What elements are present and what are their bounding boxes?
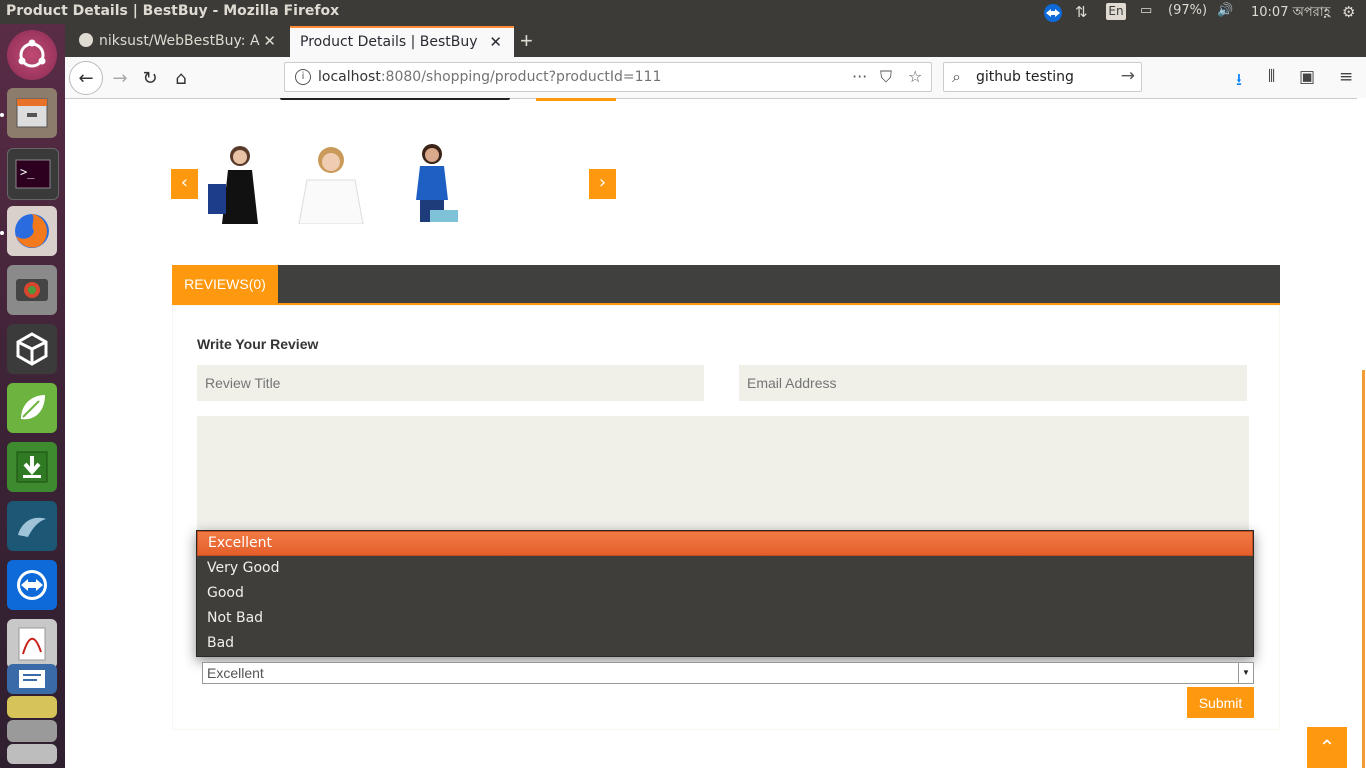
- review-heading: Write Your Review: [197, 336, 319, 352]
- close-tab-icon[interactable]: ✕: [489, 28, 502, 57]
- menu-icon[interactable]: ≡: [1339, 67, 1353, 87]
- forward-button[interactable]: →: [105, 63, 135, 93]
- search-input[interactable]: github testing: [976, 69, 1074, 85]
- new-tab-icon[interactable]: +: [520, 26, 533, 55]
- teamviewer-icon[interactable]: [7, 560, 57, 610]
- system-top-bar: Product Details | BestBuy - Mozilla Fire…: [0, 0, 1366, 24]
- url-host: localhost: [318, 69, 381, 85]
- svg-text:>_: >_: [20, 165, 35, 179]
- site-info-icon[interactable]: i: [295, 69, 311, 85]
- downloads-icon[interactable]: ⭳: [1236, 67, 1242, 96]
- firefox-icon[interactable]: [7, 206, 57, 256]
- browser-tab-bar: niksust/WebBestBuy: A ✕ Product Details …: [65, 24, 1366, 57]
- download-manager-icon[interactable]: [7, 442, 57, 492]
- stacked-app-icon-2[interactable]: [7, 720, 57, 742]
- review-title-input[interactable]: [197, 365, 704, 401]
- partial-button-edge: [536, 98, 616, 101]
- volume-icon[interactable]: 🔊: [1217, 3, 1233, 18]
- product-tabs-bar: REVIEWS(0): [172, 265, 1280, 305]
- carousel-next-button[interactable]: ›: [589, 169, 616, 199]
- tab-github[interactable]: niksust/WebBestBuy: A ✕: [69, 26, 288, 57]
- sidebar-icon[interactable]: ▣: [1299, 67, 1315, 87]
- rating-dropdown-list[interactable]: Excellent Very Good Good Not Bad Bad: [196, 530, 1254, 657]
- navigation-toolbar: ← → ↻ ⌂ i localhost:8080/shopping/produc…: [65, 57, 1366, 99]
- github-icon: [79, 33, 93, 47]
- rating-option[interactable]: Bad: [197, 631, 1253, 656]
- search-go-icon[interactable]: →: [1121, 66, 1135, 86]
- rating-option[interactable]: Very Good: [197, 556, 1253, 581]
- page-actions-icon[interactable]: ···: [852, 67, 867, 86]
- running-indicator: [0, 231, 4, 235]
- tab-reviews[interactable]: REVIEWS(0): [172, 265, 278, 303]
- rating-select[interactable]: Excellent ▼: [202, 662, 1254, 684]
- tab-label: Product Details | BestBuy: [300, 34, 478, 50]
- pdf-viewer-icon[interactable]: [7, 619, 57, 669]
- product-thumbnail[interactable]: [390, 140, 474, 224]
- tab-label: niksust/WebBestBuy: A: [99, 33, 260, 49]
- scroll-to-top-button[interactable]: ⌃: [1307, 727, 1347, 768]
- carousel-prev-button[interactable]: ‹: [171, 169, 198, 199]
- search-bar[interactable]: ⌕ github testing →: [943, 62, 1142, 92]
- chevron-down-icon[interactable]: ▼: [1238, 663, 1253, 683]
- battery-icon[interactable]: ▭: [1140, 3, 1152, 18]
- library-icon[interactable]: ⫴: [1268, 67, 1275, 87]
- spring-tool-suite-icon[interactable]: [7, 383, 57, 433]
- stacked-app-icon-3[interactable]: [7, 744, 57, 764]
- rating-select-value: Excellent: [207, 665, 264, 681]
- stacked-app-icon[interactable]: [7, 696, 57, 718]
- rating-option[interactable]: Excellent: [197, 531, 1253, 556]
- clock[interactable]: 10:07 অপরাহ্ণ: [1251, 3, 1330, 24]
- email-input[interactable]: [739, 365, 1247, 401]
- ubuntu-dash-icon[interactable]: [7, 30, 57, 80]
- gear-icon[interactable]: ⚙: [1342, 3, 1355, 21]
- home-button[interactable]: ⌂: [166, 63, 196, 93]
- url-text[interactable]: localhost:8080/shopping/product?productI…: [318, 69, 661, 85]
- url-path: :8080/shopping/product?productId=111: [380, 69, 662, 85]
- unity-icon[interactable]: [7, 324, 57, 374]
- search-icon: ⌕: [952, 67, 961, 86]
- writer-icon[interactable]: [7, 664, 57, 694]
- rating-option[interactable]: Good: [197, 581, 1253, 606]
- tab-product-details[interactable]: Product Details | BestBuy ✕: [290, 26, 514, 57]
- reload-button[interactable]: ↻: [135, 63, 165, 93]
- battery-percent: (97%): [1168, 3, 1208, 18]
- rating-option[interactable]: Not Bad: [197, 606, 1253, 631]
- disk-usage-icon[interactable]: [7, 265, 57, 315]
- files-icon[interactable]: [7, 88, 57, 138]
- product-thumbnail[interactable]: [289, 140, 373, 225]
- language-indicator[interactable]: En: [1106, 3, 1126, 20]
- mysql-workbench-icon[interactable]: [7, 501, 57, 551]
- submit-button[interactable]: Submit: [1187, 687, 1254, 718]
- back-button[interactable]: ←: [69, 61, 103, 95]
- network-icon[interactable]: ⇅: [1075, 3, 1088, 21]
- chevron-up-icon: ⌃: [1318, 735, 1336, 759]
- bookmark-star-icon[interactable]: ☆: [908, 67, 922, 86]
- launcher: >_: [0, 24, 65, 768]
- url-bar[interactable]: i localhost:8080/shopping/product?produc…: [284, 62, 932, 92]
- product-thumbnail[interactable]: [198, 140, 282, 224]
- close-tab-icon[interactable]: ✕: [263, 26, 276, 57]
- scrollbar-thumb[interactable]: [1362, 370, 1365, 768]
- running-indicator: [0, 113, 4, 117]
- terminal-icon[interactable]: >_: [7, 148, 59, 200]
- window-title: Product Details | BestBuy - Mozilla Fire…: [6, 3, 340, 19]
- pocket-icon[interactable]: ⛉: [880, 67, 892, 87]
- product-image-bottom-edge: [280, 98, 510, 100]
